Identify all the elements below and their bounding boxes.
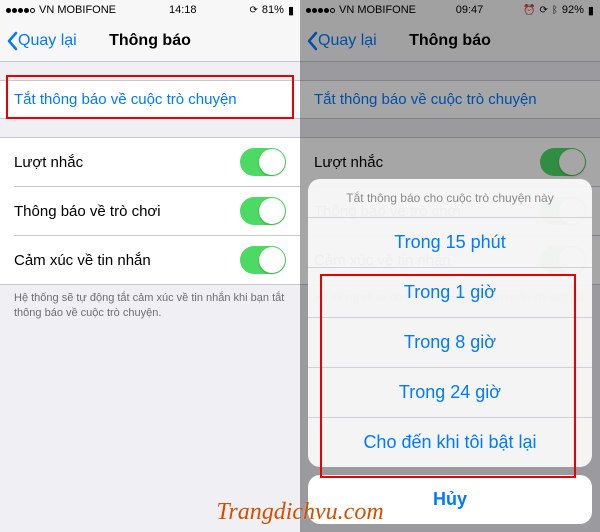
mute-conversation-link[interactable]: Tắt thông báo về cuộc trò chuyện	[300, 81, 600, 118]
reactions-row: Cảm xúc về tin nhắn	[14, 235, 300, 284]
carrier-label: VN MOBIFONE	[339, 4, 416, 16]
mute-8h-option[interactable]: Trong 8 giờ	[308, 317, 592, 367]
right-screen: VN MOBIFONE 09:47 ⏰ ⟳ ᛒ 92% ▮ Quay lại T…	[300, 0, 600, 532]
back-button[interactable]: Quay lại	[6, 31, 77, 51]
back-label: Quay lại	[318, 32, 377, 50]
cancel-button[interactable]: Hủy	[308, 475, 592, 524]
left-screen: VN MOBIFONE 14:18 ⟳ 81% ▮ Quay lại Thông…	[0, 0, 300, 532]
chevron-left-icon	[6, 31, 18, 51]
nav-bar: Quay lại Thông báo	[0, 20, 300, 62]
clock: 09:47	[456, 4, 484, 16]
back-label: Quay lại	[18, 32, 77, 50]
reactions-toggle[interactable]	[240, 246, 286, 274]
mute-conversation-link[interactable]: Tắt thông báo về cuộc trò chuyện	[0, 81, 300, 118]
game-toggle[interactable]	[240, 197, 286, 225]
mute-group: Tắt thông báo về cuộc trò chuyện	[300, 80, 600, 119]
reminders-row: Lượt nhắc	[0, 138, 300, 186]
action-sheet: Tắt thông báo cho cuộc trò chuyện này Tr…	[308, 179, 592, 524]
status-bar: VN MOBIFONE 14:18 ⟳ 81% ▮	[0, 0, 300, 20]
game-label: Thông báo về trò chơi	[14, 203, 161, 220]
bluetooth-icon: ᛒ	[552, 5, 558, 16]
mute-24h-option[interactable]: Trong 24 giờ	[308, 367, 592, 417]
sheet-options-group: Tắt thông báo cho cuộc trò chuyện này Tr…	[308, 179, 592, 467]
game-row: Thông báo về trò chơi	[14, 186, 300, 235]
battery-icon: ▮	[288, 4, 294, 17]
mute-15min-option[interactable]: Trong 15 phút	[308, 217, 592, 267]
toggle-group: Lượt nhắc Thông báo về trò chơi Cảm xúc …	[0, 137, 300, 285]
mute-group: Tắt thông báo về cuộc trò chuyện	[0, 80, 300, 119]
reactions-label: Cảm xúc về tin nhắn	[14, 252, 151, 269]
back-button[interactable]: Quay lại	[306, 31, 377, 51]
mute-1h-option[interactable]: Trong 1 giờ	[308, 267, 592, 317]
footer-note: Hệ thống sẽ tự động tắt cảm xúc về tin n…	[0, 285, 300, 321]
reminders-toggle[interactable]	[240, 148, 286, 176]
carrier-label: VN MOBIFONE	[39, 4, 116, 16]
signal-dots-icon	[306, 8, 335, 13]
battery-percent: 92%	[562, 4, 584, 16]
signal-dots-icon	[6, 8, 35, 13]
battery-icon: ▮	[588, 4, 594, 17]
nav-bar: Quay lại Thông báo	[300, 20, 600, 62]
chevron-left-icon	[306, 31, 318, 51]
reminders-toggle[interactable]	[540, 148, 586, 176]
clock: 14:18	[169, 4, 197, 16]
sync-icon: ⟳	[250, 5, 258, 16]
sync-icon: ⟳	[540, 5, 548, 16]
alarm-icon: ⏰	[523, 5, 535, 16]
reminders-label: Lượt nhắc	[14, 154, 83, 171]
sheet-header: Tắt thông báo cho cuộc trò chuyện này	[308, 179, 592, 217]
battery-percent: 81%	[262, 4, 284, 16]
status-bar: VN MOBIFONE 09:47 ⏰ ⟳ ᛒ 92% ▮	[300, 0, 600, 20]
mute-until-option[interactable]: Cho đến khi tôi bật lại	[308, 417, 592, 467]
reminders-label: Lượt nhắc	[314, 154, 383, 171]
